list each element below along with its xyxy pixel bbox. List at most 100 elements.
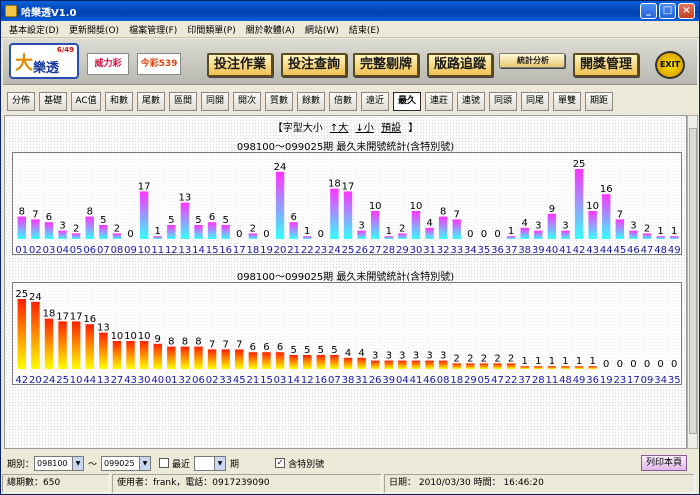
bar-15 <box>207 222 217 239</box>
value-label: 2 <box>399 223 405 234</box>
tab-distance[interactable]: 遠近 <box>361 91 389 111</box>
vertical-scrollbar[interactable] <box>687 115 698 449</box>
recent-count-select[interactable]: ▼ <box>194 455 227 471</box>
category-label: 45 <box>613 245 626 256</box>
category-label: 16 <box>219 245 232 256</box>
value-label: 3 <box>426 351 432 362</box>
stats-analysis-button[interactable]: 統計分析 <box>499 53 565 68</box>
bet-query-button[interactable]: 投注查詢 <box>281 53 347 77</box>
menu-print[interactable]: 印間類單(P) <box>182 23 240 36</box>
draw-manage-button[interactable]: 開獎管理 <box>573 53 639 77</box>
category-label: 47 <box>641 245 654 256</box>
category-label: 16 <box>314 375 327 386</box>
value-label: 10 <box>124 331 137 342</box>
chart-2: 2542242018241725171016441313102710431030… <box>15 289 680 386</box>
menu-basic-settings[interactable]: 基本設定(D) <box>4 23 64 36</box>
chevron-down-icon[interactable]: ▼ <box>139 456 151 470</box>
menu-exit[interactable]: 結束(E) <box>344 23 385 36</box>
user-info: 使用者：frank，電話：0917239090 <box>112 474 382 493</box>
tab-interval[interactable]: 區間 <box>169 91 197 111</box>
value-label: 17 <box>138 181 151 192</box>
category-label: 49 <box>573 375 586 386</box>
bar-41 <box>561 230 570 239</box>
value-label: 2 <box>644 223 650 234</box>
category-label: 43 <box>586 245 599 256</box>
font-preset-link[interactable]: 預設 <box>381 123 401 134</box>
tab-ac-value[interactable]: AC值 <box>71 91 101 111</box>
category-label: 02 <box>29 245 42 256</box>
bar-14 <box>194 225 203 239</box>
tab-distribution[interactable]: 分佈 <box>7 91 35 111</box>
period-from-select[interactable]: 098100 ▼ <box>34 455 85 471</box>
full-filter-button[interactable]: 完整剔牌 <box>353 53 419 77</box>
exit-button[interactable]: EXIT <box>655 51 685 79</box>
value-label: 25 <box>573 159 586 170</box>
menu-about[interactable]: 關於軟體(A) <box>241 23 300 36</box>
tab-same-head[interactable]: 同頭 <box>489 91 517 111</box>
value-label: 16 <box>600 184 613 195</box>
tab-longest[interactable]: 最久 <box>393 91 421 111</box>
close-button[interactable]: × <box>678 3 695 19</box>
bar-15 <box>262 352 271 369</box>
tab-sum[interactable]: 和數 <box>105 91 133 111</box>
tab-remainder[interactable]: 餘數 <box>297 91 325 111</box>
value-label: 0 <box>617 359 623 370</box>
lotto-649-logo[interactable]: 大 樂透 6/49 <box>9 43 79 79</box>
value-label: 9 <box>549 204 555 215</box>
value-label: 6 <box>277 342 283 353</box>
tab-draw-count[interactable]: 開次 <box>233 91 261 111</box>
recent-checkbox[interactable] <box>159 458 170 468</box>
value-label: 7 <box>32 209 38 220</box>
scrollbar-thumb[interactable] <box>689 128 697 434</box>
value-label: 0 <box>671 359 677 370</box>
bar-08 <box>438 360 448 369</box>
tab-prime[interactable]: 質數 <box>265 91 293 111</box>
category-label: 07 <box>328 375 341 386</box>
tab-tail[interactable]: 尾數 <box>137 91 165 111</box>
path-tracking-button[interactable]: 版路追蹤 <box>427 53 493 77</box>
period-to-select[interactable]: 099025 ▼ <box>101 455 152 471</box>
value-label: 2 <box>454 353 460 364</box>
category-label: 34 <box>654 375 667 386</box>
include-special-checkbox[interactable]: ✓ <box>275 458 286 468</box>
tab-same-draw[interactable]: 同開 <box>201 91 229 111</box>
daily-cash-logo[interactable]: 今彩539 <box>137 53 181 75</box>
font-smaller-link[interactable]: ↓小 <box>356 123 374 134</box>
menu-update-draw[interactable]: 更新開獎(O) <box>64 23 124 36</box>
value-label: 18 <box>328 179 341 190</box>
category-label: 05 <box>70 245 83 256</box>
super-lotto-logo[interactable]: 威力彩 <box>87 53 129 75</box>
chevron-down-icon[interactable]: ▼ <box>214 456 226 470</box>
print-page-button[interactable]: 列印本頁 <box>641 455 687 471</box>
bar-26 <box>370 360 380 369</box>
value-label: 1 <box>562 356 568 367</box>
category-label: 12 <box>165 245 178 256</box>
bar-32 <box>438 216 448 239</box>
category-label: 27 <box>111 375 124 386</box>
minimize-button[interactable]: _ <box>640 3 657 19</box>
menu-file-manage[interactable]: 檔案管理(F) <box>124 23 182 36</box>
menu-bar: 基本設定(D) 更新開獎(O) 檔案管理(F) 印間類單(P) 關於軟體(A) … <box>1 21 699 38</box>
menu-website[interactable]: 網站(W) <box>300 23 344 36</box>
value-label: 4 <box>522 218 528 229</box>
tab-repeat[interactable]: 連莊 <box>425 91 453 111</box>
bar-43 <box>126 341 135 369</box>
tab-same-tail[interactable]: 同尾 <box>521 91 549 111</box>
tab-period-gap[interactable]: 期距 <box>585 91 613 111</box>
bet-button[interactable]: 投注作業 <box>207 53 273 77</box>
category-label: 25 <box>56 375 69 386</box>
tab-odd-even[interactable]: 單雙 <box>553 91 581 111</box>
category-label: 29 <box>396 245 409 256</box>
tab-basic[interactable]: 基礎 <box>39 91 67 111</box>
tab-consecutive[interactable]: 連號 <box>457 91 485 111</box>
category-label: 42 <box>15 375 28 386</box>
category-label: 28 <box>532 375 545 386</box>
chevron-down-icon[interactable]: ▼ <box>72 456 84 470</box>
maximize-button[interactable]: □ <box>659 3 676 19</box>
value-label: 4 <box>345 348 351 359</box>
font-row-prefix: 【字型大小 <box>272 123 323 134</box>
category-label: 30 <box>410 245 423 256</box>
tab-multiple[interactable]: 倍數 <box>329 91 357 111</box>
value-label: 3 <box>386 351 392 362</box>
font-bigger-link[interactable]: ↑大 <box>330 123 348 134</box>
